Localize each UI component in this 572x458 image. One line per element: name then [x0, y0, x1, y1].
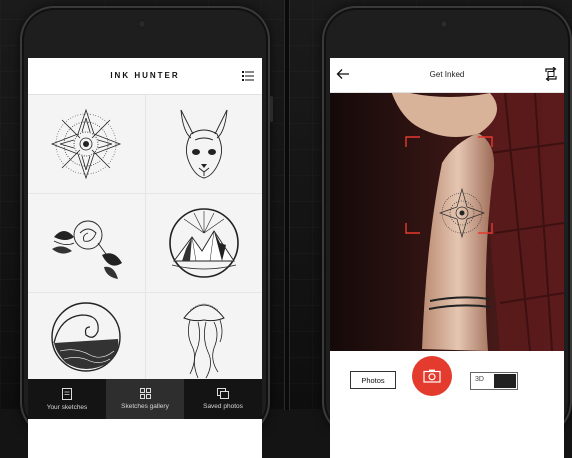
- mountain-drawing: [168, 208, 239, 278]
- jellyfish-drawing: [182, 303, 225, 379]
- nav-sketches-gallery-label: Sketches gallery: [121, 403, 169, 410]
- panel-divider: [284, 0, 290, 410]
- toggle-3d-label: 3D: [475, 376, 484, 383]
- sketch-sphynx-cat[interactable]: [145, 95, 262, 193]
- nav-sketches-gallery[interactable]: Sketches gallery: [106, 379, 184, 419]
- camera-header: Get Inked: [330, 58, 564, 93]
- switch-camera-icon[interactable]: [544, 67, 558, 81]
- nav-your-sketches-label: Your sketches: [46, 403, 88, 411]
- nav-saved-photos-label: Saved photos: [203, 403, 243, 410]
- toggle-3d-knob: [494, 374, 516, 388]
- toggle-3d[interactable]: 3D: [470, 372, 518, 390]
- camera-icon: [423, 369, 441, 383]
- camera-feed: [330, 93, 564, 351]
- app-header: INK HUNTER: [28, 58, 262, 95]
- phone-camera: [138, 20, 146, 28]
- sketch-gallery-grid: [28, 95, 262, 381]
- camera-controls: Photos 3D: [330, 351, 564, 419]
- grid-icon: [139, 388, 151, 399]
- cat-drawing: [180, 109, 228, 179]
- right-screen: Get Inked Photos 3D: [330, 58, 564, 458]
- screen-title: Get Inked: [429, 70, 465, 79]
- left-phone: INK HUNTER Your sketches Sketches galler…: [20, 6, 273, 458]
- photos-button[interactable]: Photos: [350, 371, 396, 389]
- bottom-navigation: Your sketches Sketches gallery Saved pho…: [28, 379, 262, 419]
- rose-drawing: [52, 220, 123, 279]
- sketch-icon: [62, 387, 72, 400]
- mandala-drawing: [51, 108, 122, 180]
- sketch-wave-circle[interactable]: [28, 293, 145, 381]
- left-screen: INK HUNTER Your sketches Sketches galler…: [28, 58, 262, 458]
- app-title: INK HUNTER: [110, 71, 180, 80]
- nav-your-sketches[interactable]: Your sketches: [28, 379, 106, 419]
- sketch-mandala[interactable]: [28, 95, 145, 193]
- sketch-rose[interactable]: [28, 194, 145, 292]
- wave-drawing: [51, 302, 121, 372]
- sketch-jellyfish[interactable]: [145, 293, 262, 381]
- shutter-button[interactable]: [412, 356, 452, 396]
- menu-icon[interactable]: [242, 71, 254, 81]
- phone-camera: [440, 20, 448, 28]
- nav-saved-photos[interactable]: Saved photos: [184, 379, 262, 419]
- phone-side-button: [270, 96, 273, 122]
- photos-icon: [217, 388, 229, 399]
- right-phone: Get Inked Photos 3D: [322, 6, 572, 458]
- camera-viewfinder[interactable]: [330, 93, 564, 351]
- sketch-mountain-circle[interactable]: [145, 194, 262, 292]
